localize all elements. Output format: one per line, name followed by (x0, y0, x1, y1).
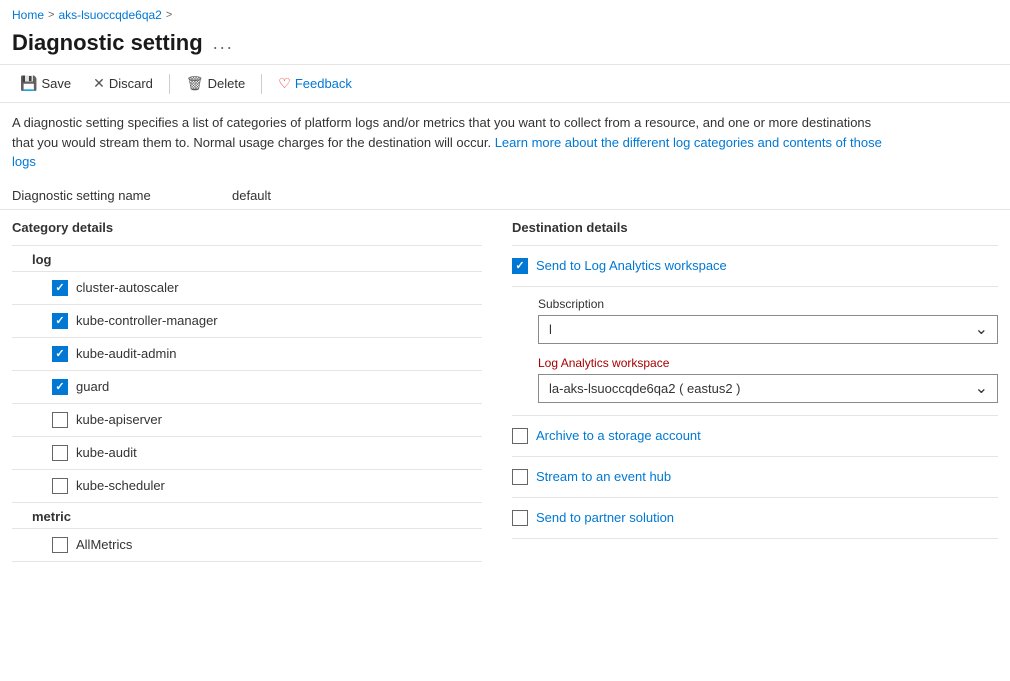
log-analytics-select[interactable]: la-aks-lsuoccqde6qa2 ( eastus2 ) (538, 374, 998, 403)
feedback-label: Feedback (295, 76, 352, 91)
discard-icon: ✕ (93, 75, 105, 92)
checkbox-kube-apiserver[interactable] (52, 412, 68, 428)
log-item-kube-controller-manager: kube-controller-manager (12, 305, 482, 337)
breadcrumb-resource[interactable]: aks-lsuoccqde6qa2 (58, 8, 161, 22)
destination-panel: Destination details Send to Log Analytic… (502, 220, 998, 562)
send-to-log-analytics-label: Send to Log Analytics workspace (536, 258, 727, 273)
log-analytics-field: Log Analytics workspace la-aks-lsuoccqde… (538, 356, 998, 403)
log-item-kube-scheduler: kube-scheduler (12, 470, 482, 502)
discard-label: Discard (109, 76, 153, 91)
log-item-cluster-autoscaler: cluster-autoscaler (12, 272, 482, 304)
partner-solution-row[interactable]: Send to partner solution (512, 500, 998, 536)
delete-icon: 🗑 (186, 75, 204, 92)
checkbox-guard[interactable] (52, 379, 68, 395)
label-kube-audit-admin: kube-audit-admin (76, 346, 176, 361)
partner-label: Send to partner solution (536, 510, 674, 525)
breadcrumb-sep1: > (48, 9, 54, 21)
setting-name-row: Diagnostic setting name default (0, 182, 1010, 209)
breadcrumb-home[interactable]: Home (12, 8, 44, 22)
metric-section-header: metric (12, 503, 482, 528)
subscription-select[interactable]: l (538, 315, 998, 344)
archive-label: Archive to a storage account (536, 428, 701, 443)
log-item-kube-apiserver: kube-apiserver (12, 404, 482, 436)
checkbox-allmetrics[interactable] (52, 537, 68, 553)
toolbar: 💾 Save ✕ Discard 🗑 Delete ♡ Feedback (0, 64, 1010, 103)
divider-allmetrics (12, 561, 482, 562)
save-icon: 💾 (20, 75, 37, 92)
checkbox-stream[interactable] (512, 469, 528, 485)
save-label: Save (41, 76, 71, 91)
label-kube-audit: kube-audit (76, 445, 137, 460)
label-allmetrics: AllMetrics (76, 537, 132, 552)
metric-item-allmetrics: AllMetrics (12, 529, 482, 561)
feedback-button[interactable]: ♡ Feedback (270, 71, 360, 96)
stream-label: Stream to an event hub (536, 469, 671, 484)
checkbox-partner[interactable] (512, 510, 528, 526)
delete-button[interactable]: 🗑 Delete (178, 71, 253, 96)
dest-divider-5 (512, 497, 998, 498)
page-title: Diagnostic setting (12, 30, 203, 56)
toolbar-separator-2 (261, 74, 262, 94)
log-item-kube-audit-admin: kube-audit-admin (12, 338, 482, 370)
save-button[interactable]: 💾 Save (12, 71, 79, 96)
subscription-select-wrapper: l (538, 315, 998, 344)
log-item-guard: guard (12, 371, 482, 403)
main-content: Category details log cluster-autoscaler … (0, 210, 1010, 572)
label-kube-apiserver: kube-apiserver (76, 412, 162, 427)
breadcrumb-sep2: > (166, 9, 172, 21)
dest-divider-6 (512, 538, 998, 539)
dest-divider-2 (512, 286, 998, 287)
category-panel-title: Category details (12, 220, 482, 235)
checkbox-kube-scheduler[interactable] (52, 478, 68, 494)
breadcrumb: Home > aks-lsuoccqde6qa2 > (0, 0, 1010, 26)
description-box: A diagnostic setting specifies a list of… (0, 103, 900, 182)
destination-panel-title: Destination details (512, 220, 998, 235)
page-header: Diagnostic setting ... (0, 26, 1010, 64)
log-analytics-label: Log Analytics workspace (538, 356, 998, 370)
checkbox-kube-audit[interactable] (52, 445, 68, 461)
checkbox-cluster-autoscaler[interactable] (52, 280, 68, 296)
toolbar-separator (169, 74, 170, 94)
log-analytics-select-wrapper: la-aks-lsuoccqde6qa2 ( eastus2 ) (538, 374, 998, 403)
log-item-kube-audit: kube-audit (12, 437, 482, 469)
more-options-icon[interactable]: ... (213, 33, 234, 54)
dest-divider-1 (512, 245, 998, 246)
label-cluster-autoscaler: cluster-autoscaler (76, 280, 179, 295)
checkbox-send-log-analytics[interactable] (512, 258, 528, 274)
archive-storage-row[interactable]: Archive to a storage account (512, 418, 998, 454)
dest-divider-4 (512, 456, 998, 457)
label-kube-scheduler: kube-scheduler (76, 478, 165, 493)
stream-event-hub-row[interactable]: Stream to an event hub (512, 459, 998, 495)
setting-name-value: default (232, 188, 271, 203)
discard-button[interactable]: ✕ Discard (85, 71, 161, 96)
subscription-field: Subscription l (538, 297, 998, 344)
send-to-log-analytics-row[interactable]: Send to Log Analytics workspace (512, 248, 998, 284)
label-guard: guard (76, 379, 109, 394)
subscription-label: Subscription (538, 297, 998, 311)
checkbox-archive[interactable] (512, 428, 528, 444)
feedback-icon: ♡ (278, 75, 291, 92)
label-kube-controller-manager: kube-controller-manager (76, 313, 218, 328)
checkbox-kube-controller-manager[interactable] (52, 313, 68, 329)
checkbox-kube-audit-admin[interactable] (52, 346, 68, 362)
delete-label: Delete (208, 76, 246, 91)
category-panel: Category details log cluster-autoscaler … (12, 220, 502, 562)
log-section-header: log (12, 246, 482, 271)
setting-name-label: Diagnostic setting name (12, 188, 212, 203)
dest-divider-3 (512, 415, 998, 416)
